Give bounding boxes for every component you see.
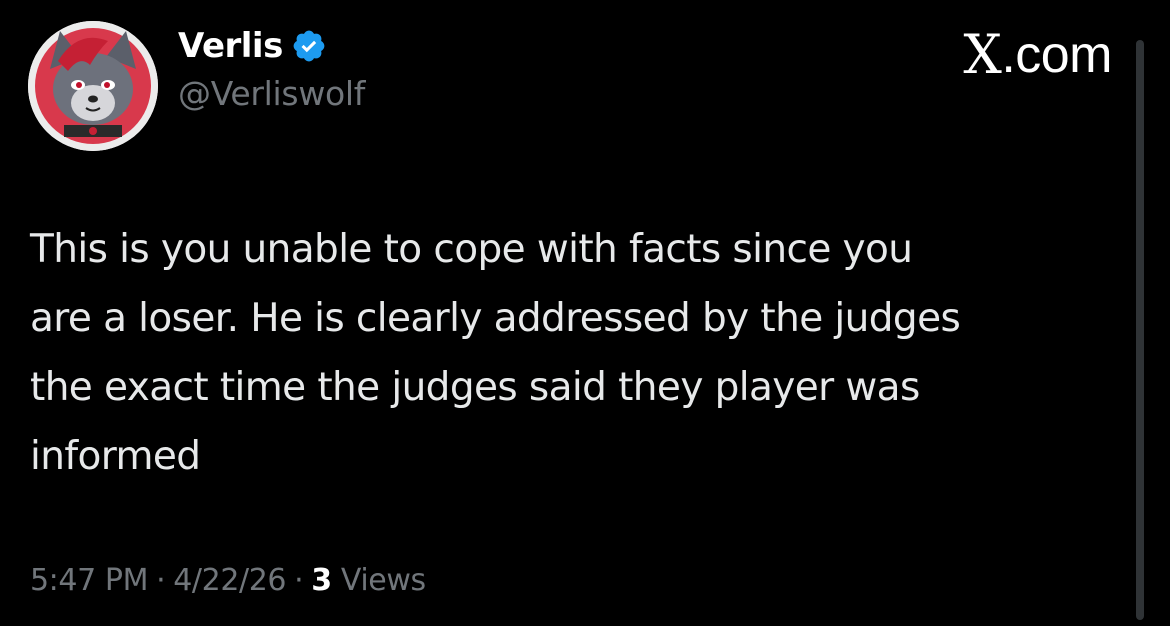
scrollbar[interactable] bbox=[1136, 40, 1144, 620]
meta-separator: · bbox=[294, 563, 304, 598]
views-count[interactable]: 3 bbox=[311, 563, 332, 598]
tweet-meta: 5:47 PM · 4/22/26 · 3 Views bbox=[30, 563, 426, 598]
brand-domain: .com bbox=[1001, 26, 1112, 84]
user-handle[interactable]: @Verliswolf bbox=[178, 74, 365, 113]
views-label[interactable]: Views bbox=[341, 563, 426, 598]
x-com-watermark: X.com bbox=[963, 22, 1112, 86]
avatar[interactable] bbox=[28, 21, 158, 151]
wolf-avatar-icon bbox=[28, 21, 158, 151]
tweet-card: Verlis @Verliswolf X.com This is you una… bbox=[0, 0, 1170, 626]
tweet-header: Verlis @Verliswolf bbox=[178, 24, 365, 113]
meta-separator: · bbox=[156, 563, 166, 598]
display-name[interactable]: Verlis bbox=[178, 26, 283, 66]
verified-badge-icon bbox=[291, 28, 327, 64]
tweet-time[interactable]: 5:47 PM bbox=[30, 563, 148, 598]
x-logo-icon: X bbox=[963, 23, 1002, 86]
name-row: Verlis bbox=[178, 24, 365, 68]
tweet-text: This is you unable to cope with facts si… bbox=[30, 227, 961, 479]
tweet-date[interactable]: 4/22/26 bbox=[173, 563, 286, 598]
